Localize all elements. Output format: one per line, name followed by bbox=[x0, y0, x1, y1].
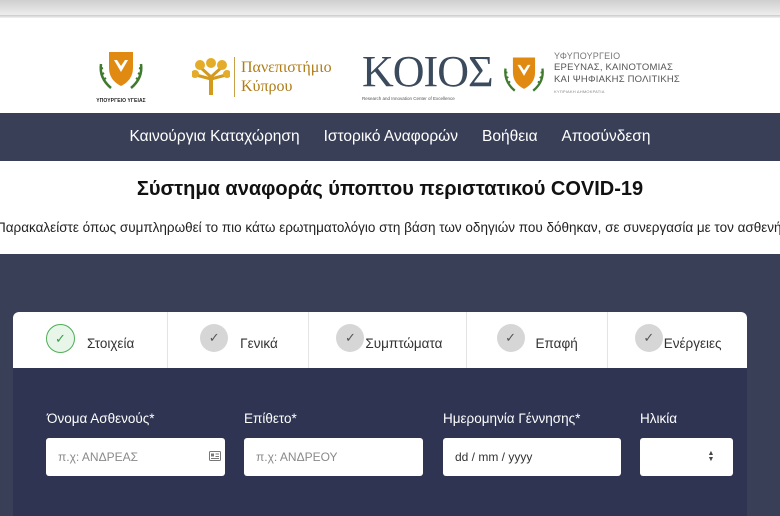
last-name-input[interactable] bbox=[244, 438, 423, 476]
cyprus-emblem-icon bbox=[504, 57, 544, 92]
page-instructions: Παρακαλείστε όπως συμπληρωθεί το πιο κάτ… bbox=[0, 220, 780, 235]
nav-help[interactable]: Βοήθεια bbox=[482, 128, 538, 146]
dob-placeholder: dd / mm / yyyy bbox=[455, 450, 533, 464]
nav-new-entry[interactable]: Καινούργια Καταχώρηση bbox=[130, 128, 300, 146]
koios-subtitle: Research and Innovation Center of Excell… bbox=[362, 96, 455, 101]
dob-label: Ημερομηνία Γέννησης* bbox=[443, 411, 581, 426]
dmrid-line4: ΚΥΠΡΙΑΚΗ ΔΗΜΟΚΡΑΤΙΑ bbox=[554, 89, 605, 94]
step-label: Επαφή bbox=[535, 336, 578, 351]
step-label: Στοιχεία bbox=[87, 336, 135, 351]
step-actions[interactable]: ✓ Ενέργειες bbox=[608, 312, 747, 368]
step-label: Ενέργειες bbox=[663, 336, 722, 351]
first-name-input[interactable] bbox=[46, 438, 225, 476]
ucy-separator bbox=[234, 57, 235, 97]
koios-logo: KOΙOΣ Research and Innovation Center of … bbox=[362, 47, 494, 110]
main-nav: Καινούργια Καταχώρηση Ιστορικό Αναφορών … bbox=[0, 113, 780, 161]
step-details[interactable]: ✓ Στοιχεία bbox=[13, 312, 169, 368]
first-name-label: Όνομα Ασθενούς* bbox=[47, 411, 155, 426]
step-symptoms[interactable]: ✓ Συμπτώματα bbox=[309, 312, 467, 368]
last-name-label: Επίθετο* bbox=[244, 411, 297, 426]
window-top-edge bbox=[0, 0, 780, 18]
step-label: Συμπτώματα bbox=[365, 336, 443, 351]
step-contact[interactable]: ✓ Επαφή bbox=[467, 312, 608, 368]
check-icon: ✓ bbox=[336, 324, 365, 352]
moh-caption: ΥΠΟΥΡΓΕΙΟ ΥΓΕΙΑΣ bbox=[96, 98, 146, 104]
age-stepper[interactable]: ▲ ▼ bbox=[705, 450, 717, 464]
deputy-ministry-logo: ΥΦΥΠΟΥΡΓΕΙΟ ΕΡΕΥΝΑΣ, ΚΑΙΝΟΤΟΜΙΑΣ ΚΑΙ ΨΗΦ… bbox=[500, 50, 680, 102]
check-icon: ✓ bbox=[200, 324, 229, 352]
tree-icon bbox=[192, 58, 230, 95]
dmrid-line3: ΚΑΙ ΨΗΦΙΑΚΗΣ ΠΟΛΙΤΙΚΗΣ bbox=[554, 74, 680, 85]
university-of-cyprus-logo: Πανεπιστήμιο Κύπρου bbox=[192, 52, 332, 102]
check-icon: ✓ bbox=[496, 324, 525, 352]
ucy-line1: Πανεπιστήμιο bbox=[241, 59, 332, 76]
ucy-line2: Κύπρου bbox=[241, 78, 293, 95]
ministry-of-health-logo: ΥΠΟΥΡΓΕΙΟ ΥΓΕΙΑΣ bbox=[92, 46, 150, 106]
step-general[interactable]: ✓ Γενικά bbox=[168, 312, 310, 368]
nav-logout[interactable]: Αποσύνδεση bbox=[562, 128, 651, 146]
dmrid-line1: ΥΦΥΠΟΥΡΓΕΙΟ bbox=[554, 51, 621, 61]
cyprus-emblem-icon bbox=[99, 52, 143, 89]
contact-card-icon bbox=[209, 451, 221, 464]
age-input[interactable] bbox=[640, 438, 733, 476]
check-icon: ✓ bbox=[634, 324, 663, 352]
nav-report-history[interactable]: Ιστορικό Αναφορών bbox=[324, 128, 458, 146]
age-label: Ηλικία bbox=[640, 411, 678, 426]
check-icon: ✓ bbox=[46, 324, 75, 353]
deputy-ministry-name: ΥΦΥΠΟΥΡΓΕΙΟ ΕΡΕΥΝΑΣ, ΚΑΙΝΟΤΟΜΙΑΣ ΚΑΙ ΨΗΦ… bbox=[554, 50, 680, 98]
dmrid-line2: ΕΡΕΥΝΑΣ, ΚΑΙΝΟΤΟΜΙΑΣ bbox=[554, 62, 674, 73]
chevron-down-icon[interactable]: ▼ bbox=[708, 456, 715, 463]
step-label: Γενικά bbox=[240, 336, 278, 351]
dob-input[interactable]: dd / mm / yyyy bbox=[443, 438, 621, 476]
page-title: Σύστημα αναφοράς ύποπτου περιστατικού CO… bbox=[136, 178, 644, 200]
ucy-name: Πανεπιστήμιο Κύπρου bbox=[241, 58, 332, 96]
wizard-steps: ✓ Στοιχεία ✓ Γενικά ✓ Συμπτώματα ✓ Επαφή… bbox=[13, 312, 747, 368]
koios-wordmark: KOΙOΣ bbox=[362, 47, 494, 96]
